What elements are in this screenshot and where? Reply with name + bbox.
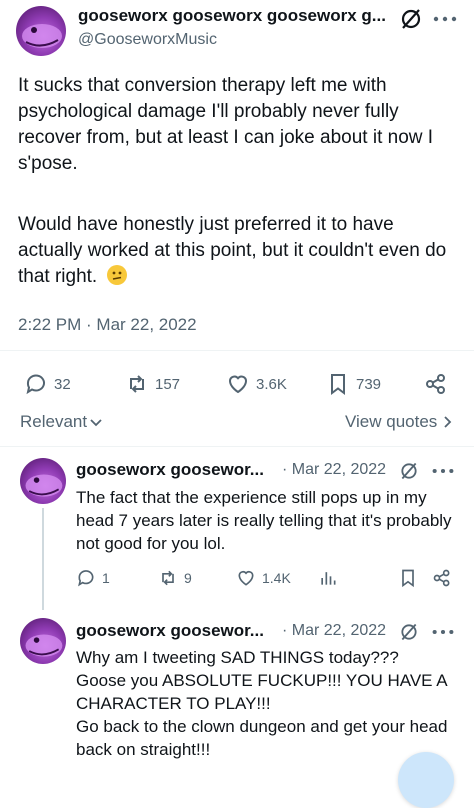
repost-count: 9: [184, 570, 192, 586]
reply-date[interactable]: · Mar 22, 2022: [282, 461, 386, 479]
grok-icon[interactable]: [398, 460, 420, 482]
bookmark-button[interactable]: [398, 568, 418, 588]
reply-button[interactable]: 1: [76, 568, 110, 588]
reply-display-name[interactable]: gooseworx goosewor...: [76, 621, 264, 641]
reply-display-name[interactable]: gooseworx goosewor...: [76, 460, 264, 480]
reply-text-line: Goose you ABSOLUTE FUCKUP!!! YOU HAVE A …: [76, 671, 447, 713]
grok-icon[interactable]: [398, 621, 420, 643]
more-options-icon[interactable]: [428, 464, 458, 478]
repost-icon: [158, 568, 178, 588]
like-button[interactable]: 3.6K: [226, 372, 287, 396]
tweet-timestamp[interactable]: 2:22 PM · Mar 22, 2022: [18, 315, 197, 335]
reply-text-line: Why am I tweeting SAD THINGS today???: [76, 648, 399, 667]
bookmark-icon: [398, 568, 418, 588]
like-count: 3.6K: [256, 375, 287, 393]
tweet-text-paragraph-2-text: Would have honestly just preferred it to…: [18, 214, 447, 287]
author-avatar[interactable]: [16, 6, 66, 56]
chevron-down-icon: [89, 415, 103, 429]
share-icon: [424, 372, 448, 396]
view-quotes-link[interactable]: View quotes: [345, 412, 453, 432]
heart-icon: [226, 372, 250, 396]
bookmark-button[interactable]: 739: [326, 372, 381, 396]
reply-count: 32: [54, 375, 71, 393]
confused-face-emoji-icon: [106, 265, 127, 285]
reply-date[interactable]: · Mar 22, 2022: [282, 622, 386, 640]
reply-text: Why am I tweeting SAD THINGS today??? Go…: [76, 646, 460, 761]
repost-icon: [125, 372, 149, 396]
reply-avatar[interactable]: [20, 618, 66, 664]
bookmark-icon: [326, 372, 350, 396]
more-options-icon[interactable]: [430, 10, 460, 28]
thread-line: [42, 508, 44, 610]
reply-avatar[interactable]: [20, 458, 66, 504]
tweet-text-paragraph-1: It sucks that conversion therapy left me…: [18, 75, 434, 174]
divider: [0, 350, 474, 351]
reply-text-line: Go back to the clown dungeon and get you…: [76, 717, 448, 759]
like-count: 1.4K: [262, 570, 291, 586]
chevron-right-icon: [441, 415, 453, 429]
author-handle[interactable]: @GooseworxMusic: [78, 31, 217, 49]
view-quotes-label: View quotes: [345, 412, 438, 431]
author-display-name[interactable]: gooseworx gooseworx gooseworx g...: [78, 6, 386, 26]
views-button[interactable]: [318, 568, 338, 588]
analytics-icon: [318, 568, 338, 588]
repost-button[interactable]: 157: [125, 372, 180, 396]
reply-count: 1: [102, 570, 110, 586]
like-button[interactable]: 1.4K: [236, 568, 291, 588]
reply-icon: [24, 372, 48, 396]
share-icon: [432, 568, 452, 588]
share-button[interactable]: [424, 372, 448, 396]
sort-dropdown[interactable]: Relevant: [20, 412, 103, 432]
heart-icon: [236, 568, 256, 588]
repost-count: 157: [155, 375, 181, 393]
reply-button[interactable]: 32: [24, 372, 71, 396]
reply-icon: [76, 568, 96, 588]
more-options-icon[interactable]: [428, 625, 458, 639]
divider: [0, 446, 474, 447]
grok-icon[interactable]: [398, 6, 424, 32]
floating-compose-button[interactable]: [398, 752, 454, 808]
repost-button[interactable]: 9: [158, 568, 192, 588]
bookmark-count: 739: [356, 375, 382, 393]
share-button[interactable]: [432, 568, 452, 588]
tweet-text-paragraph-2: Would have honestly just preferred it to…: [18, 212, 458, 290]
sort-label: Relevant: [20, 412, 88, 431]
reply-text: The fact that the experience still pops …: [76, 488, 452, 553]
